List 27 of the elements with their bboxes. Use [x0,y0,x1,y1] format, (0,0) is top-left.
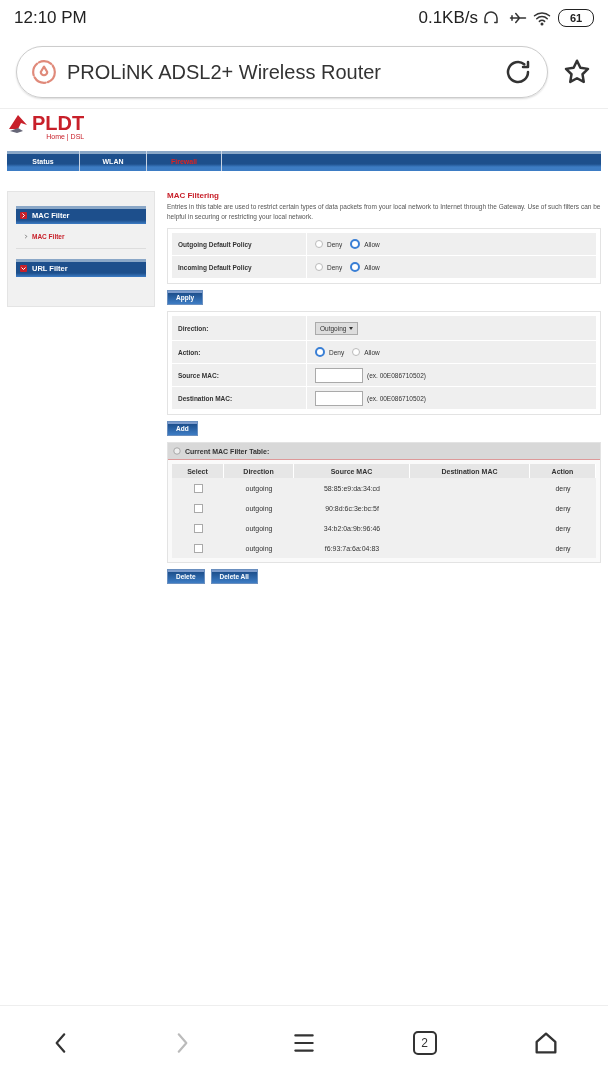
radio-button[interactable] [350,239,361,249]
radio-button[interactable] [315,240,323,248]
logo-icon [7,113,29,135]
radio-button[interactable] [315,347,325,357]
wifi-icon [532,9,552,27]
radio-button[interactable] [352,348,361,356]
battery-indicator: 61 [558,9,594,27]
circle-icon [173,447,181,455]
page-title: PROLiNK ADSL2+ Wireless Router [67,60,382,84]
dropdown-arrow-icon [349,326,354,330]
row-checkbox[interactable] [193,483,203,493]
row-checkbox[interactable] [193,523,203,533]
section-title: MAC Filtering [167,191,220,200]
chevron-right-icon [20,211,27,219]
radio-button[interactable] [315,263,323,271]
tabs-button[interactable]: 2 [412,1031,437,1055]
row-checkbox[interactable] [193,503,203,513]
network-speed: 0.1KB/s [418,8,478,28]
radio-button[interactable] [350,262,361,272]
mac-input[interactable] [315,367,363,383]
mac-input[interactable] [315,390,363,406]
clock: 12:10 PM [14,8,87,28]
chevron-down-icon [20,264,27,272]
brand-name: PLDT [32,113,85,133]
row-checkbox[interactable] [193,543,203,553]
chevron-right-icon [24,233,28,239]
site-icon [31,59,57,85]
